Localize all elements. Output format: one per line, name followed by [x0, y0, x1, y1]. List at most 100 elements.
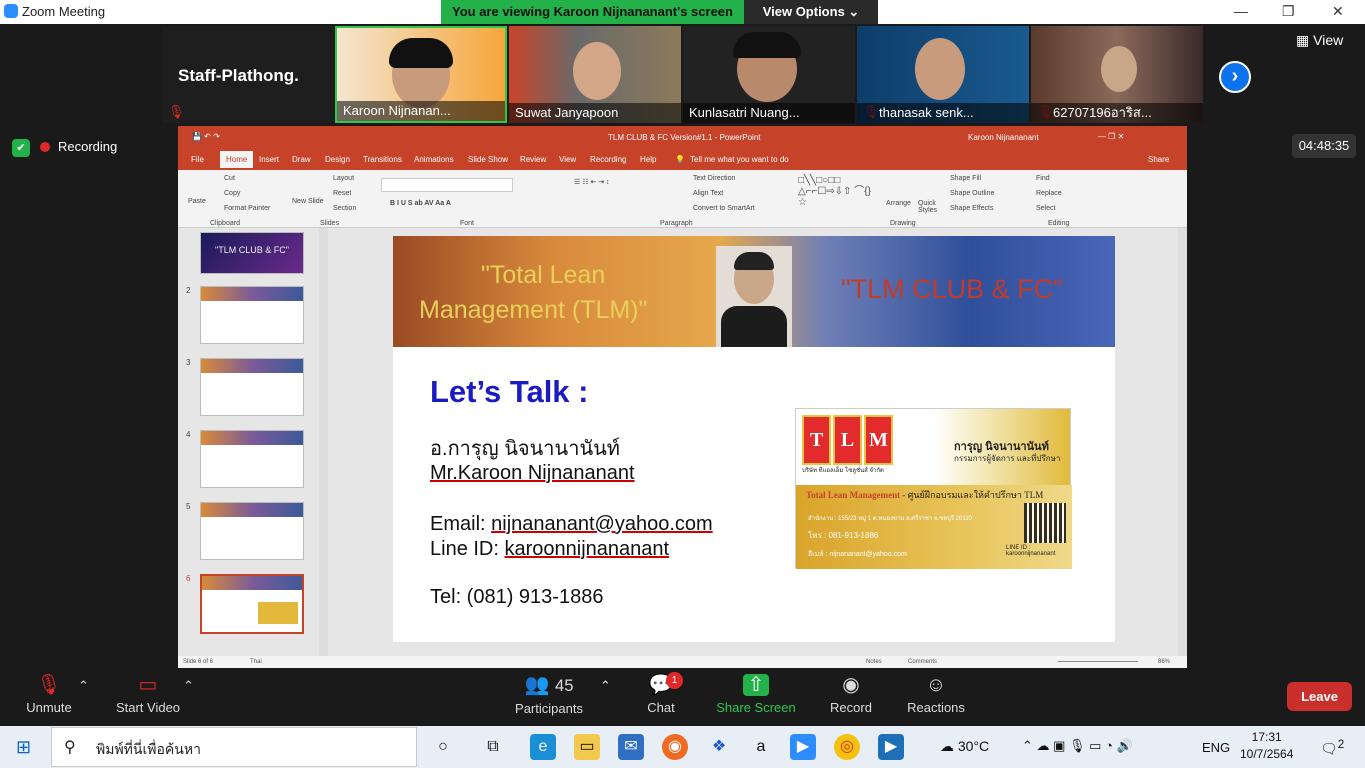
align-text-button[interactable]: Align Text	[693, 190, 723, 197]
email-link[interactable]: nijnananant@yahoo.com	[491, 513, 713, 535]
participant-tile-karoon[interactable]: Karoon Nijnanan...	[335, 26, 507, 123]
participant-tile-thanasak[interactable]: 🎙 thanasak senk...	[857, 26, 1029, 123]
slide-thumb-1[interactable]: "TLM CLUB & FC"	[200, 232, 304, 274]
recording-indicator[interactable]: Recording	[40, 139, 117, 154]
business-card: TLM การุญ นิจนานานันท์ กรรมการผู้จัดการ …	[795, 408, 1072, 569]
arrange-button[interactable]: Arrange	[886, 200, 911, 207]
shape-fill-button[interactable]: Shape Fill	[950, 175, 981, 182]
bold-icon[interactable]: B I U S ab AV Aa A	[390, 200, 451, 207]
layout-button[interactable]: Layout	[333, 175, 354, 182]
taskbar-clock[interactable]: 17:31 10/7/2564	[1240, 729, 1293, 763]
firefox-icon[interactable]: ◉	[662, 734, 688, 760]
paste-button[interactable]: Paste	[188, 198, 206, 205]
tab-recording[interactable]: Recording	[590, 155, 626, 164]
next-page-arrow-button[interactable]: ›	[1219, 61, 1251, 93]
task-view-icon[interactable]: ⧉	[480, 734, 506, 760]
input-language[interactable]: ENG	[1202, 740, 1230, 755]
participant-tile-staff[interactable]: Staff-Plathong. 🎙	[162, 26, 334, 123]
share-screen-label: Share Screen	[716, 700, 796, 715]
unmute-button[interactable]: 🎙 Unmute	[24, 674, 74, 715]
tab-view[interactable]: View	[559, 155, 576, 164]
cortana-icon[interactable]: ○	[430, 734, 456, 760]
quick-styles-button[interactable]: Quick Styles	[918, 200, 942, 214]
ppt-window-controls-icon[interactable]: — ❐ ✕	[1098, 132, 1124, 141]
reactions-button[interactable]: ☺ Reactions	[906, 674, 966, 715]
mail-icon[interactable]: ✉	[618, 734, 644, 760]
share-button[interactable]: Share	[1148, 155, 1169, 164]
tab-slide-show[interactable]: Slide Show	[468, 155, 508, 164]
canvas-scrollbar[interactable]	[1178, 228, 1187, 656]
language-indicator[interactable]: Thai	[250, 659, 262, 665]
tell-me-search[interactable]: Tell me what you want to do	[690, 155, 789, 164]
tab-home[interactable]: Home	[220, 151, 254, 168]
text-direction-button[interactable]: Text Direction	[693, 175, 735, 182]
save-icon[interactable]: 💾 ↶ ↷	[192, 132, 220, 141]
audio-options-chevron-icon[interactable]: ⌃	[78, 678, 89, 694]
notes-button[interactable]: Notes	[866, 659, 882, 665]
find-button[interactable]: Find	[1036, 175, 1050, 182]
temperature: 30°C	[957, 738, 990, 754]
minimize-icon[interactable]: —	[1234, 3, 1248, 19]
dropbox-icon[interactable]: ❖	[706, 734, 732, 760]
comments-button[interactable]: Comments	[908, 659, 937, 665]
copy-button[interactable]: Copy	[224, 190, 240, 197]
new-slide-button[interactable]: New Slide	[292, 198, 324, 205]
participant-tile-arisa[interactable]: 🎙 62707196อาริส...	[1031, 26, 1203, 123]
zoom-app-icon[interactable]: ▶	[790, 734, 816, 760]
slide-thumb-6[interactable]	[200, 574, 304, 634]
select-button[interactable]: Select	[1036, 205, 1055, 212]
tab-help[interactable]: Help	[640, 155, 656, 164]
video-options-chevron-icon[interactable]: ⌃	[183, 678, 194, 694]
notifications-icon[interactable]: 🗨2	[1320, 738, 1344, 758]
share-screen-button[interactable]: ⇧ Share Screen	[716, 674, 796, 715]
chrome-icon[interactable]: ◎	[834, 734, 860, 760]
media-player-icon[interactable]: ▶	[878, 734, 904, 760]
reset-button[interactable]: Reset	[333, 190, 351, 197]
record-button[interactable]: ◉ Record	[828, 674, 874, 715]
windows-start-icon[interactable]: ⊞	[16, 737, 31, 758]
file-explorer-icon[interactable]: ▭	[574, 734, 600, 760]
slide-thumb-5[interactable]	[200, 502, 304, 560]
amazon-icon[interactable]: a	[748, 734, 774, 760]
format-painter-button[interactable]: Format Painter	[224, 205, 270, 212]
participants-chevron-icon[interactable]: ⌃	[600, 678, 611, 694]
start-video-button[interactable]: ▭ Start Video	[112, 674, 184, 715]
close-icon[interactable]: ✕	[1332, 3, 1344, 20]
participants-button[interactable]: 👥 45 Participants	[512, 674, 586, 716]
tab-review[interactable]: Review	[520, 155, 546, 164]
leave-button[interactable]: Leave	[1287, 682, 1352, 711]
section-button[interactable]: Section	[333, 205, 356, 212]
tab-insert[interactable]: Insert	[259, 155, 279, 164]
tab-file[interactable]: File	[191, 155, 204, 164]
edge-icon[interactable]: e	[530, 734, 556, 760]
slide-thumb-2[interactable]	[200, 286, 304, 344]
participant-tile-kunlasatri[interactable]: Kunlasatri Nuang...	[683, 26, 855, 123]
shape-outline-button[interactable]: Shape Outline	[950, 190, 994, 197]
participant-tile-suwat[interactable]: Suwat Janyapoon	[509, 26, 681, 123]
tab-animations[interactable]: Animations	[414, 155, 454, 164]
view-options-button[interactable]: View Options ⌄	[744, 0, 878, 24]
maximize-icon[interactable]: ❐	[1282, 3, 1295, 20]
panel-scrollbar[interactable]	[319, 228, 328, 656]
ppt-tab-bar: File Home Insert Draw Design Transitions…	[178, 148, 1187, 170]
slide-thumb-3[interactable]	[200, 358, 304, 416]
font-name-select[interactable]	[381, 178, 513, 192]
tab-transitions[interactable]: Transitions	[363, 155, 402, 164]
zoom-level[interactable]: 86%	[1158, 659, 1170, 665]
slide-thumb-4[interactable]	[200, 430, 304, 488]
cut-button[interactable]: Cut	[224, 175, 235, 182]
bullets-icon[interactable]: ☰ ☷ ⇤ ⇥ ↕	[574, 178, 610, 186]
tab-design[interactable]: Design	[325, 155, 350, 164]
replace-button[interactable]: Replace	[1036, 190, 1062, 197]
weather-widget[interactable]: ☁ 30°C	[940, 738, 989, 755]
reactions-label: Reactions	[907, 700, 965, 715]
convert-smartart-button[interactable]: Convert to SmartArt	[693, 205, 755, 212]
shape-effects-button[interactable]: Shape Effects	[950, 205, 993, 212]
taskbar-search-input[interactable]: พิมพ์ที่นี่เพื่อค้นหา	[51, 727, 417, 767]
view-button[interactable]: ▦ View	[1296, 32, 1343, 49]
shapes-gallery-icon[interactable]: □╲╲□○□□ △⌐⌐☐⇨⇩⇧ ⌒{}☆	[798, 175, 873, 208]
system-tray-icons[interactable]: ⌃ ☁ ▣ 🎙 ▭ ◔ 🔊	[1022, 738, 1133, 754]
zoom-slider[interactable]	[1058, 661, 1138, 662]
tab-draw[interactable]: Draw	[292, 155, 311, 164]
security-shield-icon[interactable]: ✔	[12, 139, 30, 157]
